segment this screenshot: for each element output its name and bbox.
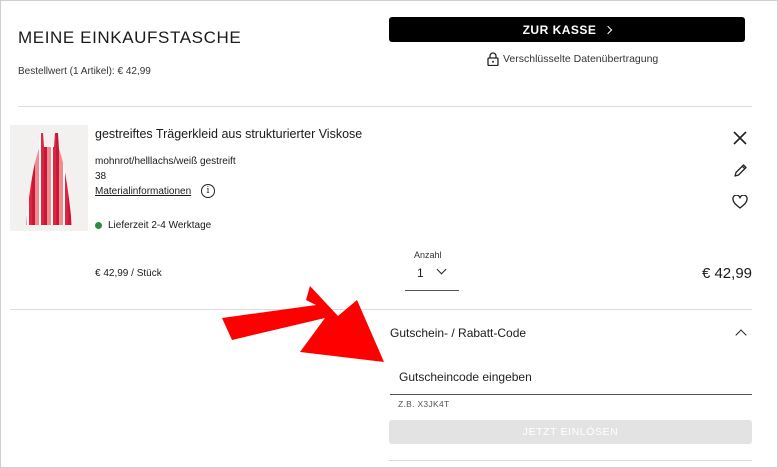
secure-transfer-note: Verschlüsselte Datenübertragung — [487, 52, 658, 66]
chevron-up-icon — [735, 329, 747, 341]
quantity-label: Anzahl — [414, 250, 442, 260]
checkout-button[interactable]: ZUR KASSE — [389, 17, 745, 42]
info-icon[interactable]: i — [201, 184, 215, 198]
coupon-header[interactable]: Gutschein- / Rabatt-Code — [390, 326, 526, 340]
edit-item-button[interactable] — [731, 161, 749, 179]
coupon-input[interactable] — [390, 360, 752, 395]
quantity-select[interactable]: 1 — [405, 262, 459, 291]
heart-icon — [732, 195, 748, 209]
wishlist-button[interactable] — [731, 193, 749, 211]
redeem-button-label: JETZT EINLÖSEN — [522, 426, 619, 438]
close-icon — [733, 131, 747, 145]
checkout-button-label: ZUR KASSE — [522, 22, 597, 37]
coupon-hint: Z.B. X3JK4T — [398, 399, 450, 409]
pencil-icon — [733, 163, 747, 177]
dress-image — [26, 133, 72, 225]
product-name[interactable]: gestreiftes Trägerkleid aus strukturiert… — [95, 127, 362, 141]
product-color: mohnrot/helllachs/weiß gestreift — [95, 156, 236, 167]
chevron-down-icon — [436, 264, 447, 275]
product-image[interactable] — [10, 125, 88, 231]
product-size: 38 — [95, 171, 107, 182]
coupon-toggle[interactable] — [733, 326, 751, 341]
lock-icon — [487, 52, 499, 66]
secure-transfer-text: Verschlüsselte Datenübertragung — [503, 53, 659, 65]
delivery-status: Lieferzeit 2-4 Werktage — [95, 220, 211, 231]
status-dot-icon — [95, 222, 102, 229]
line-total: € 42,99 — [701, 265, 752, 282]
divider-middle — [10, 309, 752, 310]
redeem-button[interactable]: JETZT EINLÖSEN — [389, 420, 752, 444]
page-title: MEINE EINKAUFSTASCHE — [18, 28, 242, 47]
divider-top — [18, 106, 752, 107]
order-value: Bestellwert (1 Artikel): € 42,99 — [18, 66, 151, 77]
remove-item-button[interactable] — [731, 129, 749, 147]
divider-bottom — [389, 460, 752, 461]
chevron-right-icon — [604, 25, 613, 34]
unit-price: € 42,99 / Stück — [95, 268, 162, 279]
material-info-link[interactable]: Materialinformationen — [95, 186, 191, 197]
quantity-value: 1 — [417, 266, 424, 280]
delivery-text: Lieferzeit 2-4 Werktage — [108, 220, 212, 231]
